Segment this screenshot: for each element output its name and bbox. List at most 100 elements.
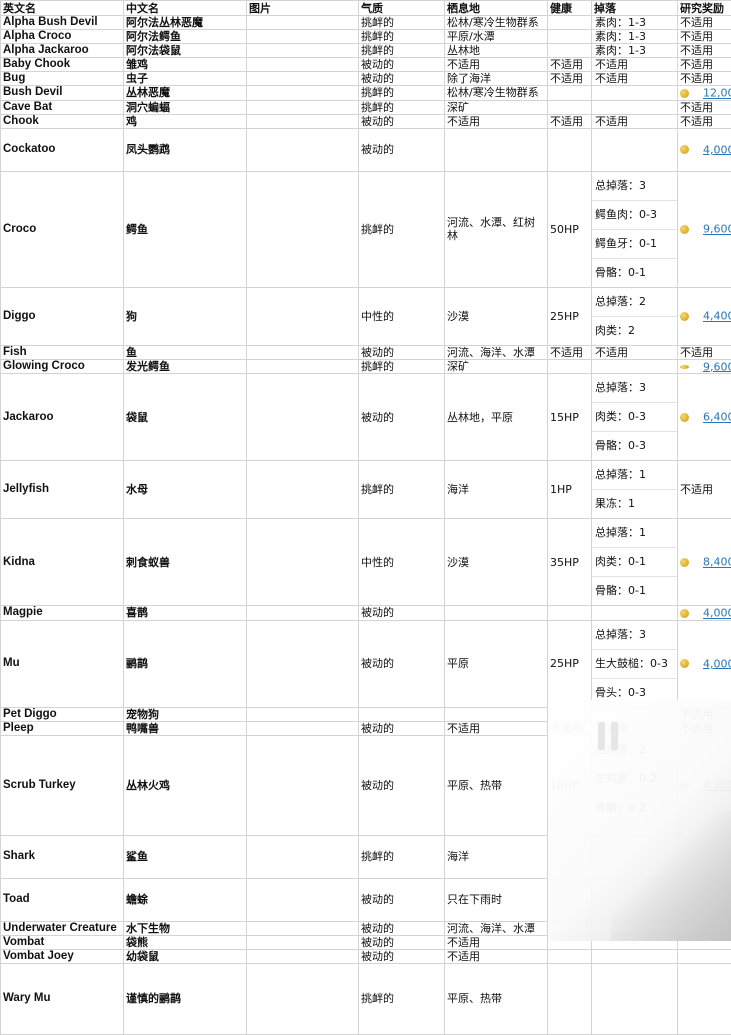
cell-habitat: 海洋 (445, 461, 548, 519)
cell-health: 25HP (548, 287, 592, 345)
cell-habitat: 丛林地 (445, 44, 548, 58)
pause-icon (598, 722, 624, 754)
cell-health: 不适用 (548, 345, 592, 359)
cell-reward: 不适用 (678, 44, 731, 58)
cell-drops: 素肉：1-3 (592, 30, 678, 44)
cell-image (247, 345, 359, 359)
drop-line: 不适用 (592, 115, 677, 128)
cell-cn-name: 宠物狗 (124, 707, 247, 721)
cell-en-name: Glowing Croco (1, 359, 124, 374)
coin-icon (680, 89, 689, 98)
cell-temper: 被动的 (359, 58, 445, 72)
cell-reward: 4,400 (678, 287, 731, 345)
cell-habitat: 不适用 (445, 58, 548, 72)
cell-habitat (445, 606, 548, 621)
cell-health (548, 128, 592, 171)
cell-temper: 被动的 (359, 345, 445, 359)
cell-temper: 挑衅的 (359, 30, 445, 44)
cell-image (247, 128, 359, 171)
cell-en-name: Alpha Croco (1, 30, 124, 44)
reward-amount-link[interactable]: 4,000 (703, 657, 731, 670)
cell-en-name: Croco (1, 171, 124, 287)
reward-amount-link[interactable]: 12,000 (703, 87, 731, 100)
cell-en-name: Alpha Bush Devil (1, 16, 124, 30)
drop-line (592, 129, 677, 171)
table-row: Baby Chook雏鸡被动的不适用不适用不适用不适用 (1, 58, 731, 72)
table-row: Wary Mu谨慎的鹂鹋挑衅的平原、热带 (1, 963, 731, 1034)
cell-image (247, 44, 359, 58)
cell-reward (678, 963, 731, 1034)
header-health: 健康 (548, 1, 592, 16)
cell-image (247, 171, 359, 287)
cell-temper: 挑衅的 (359, 100, 445, 114)
cell-habitat: 不适用 (445, 935, 548, 949)
cell-habitat: 平原、热带 (445, 963, 548, 1034)
reward-amount-link[interactable]: 4,000 (703, 607, 731, 620)
drop-line: 总掉落：3 (592, 172, 677, 201)
coin-icon (680, 312, 689, 321)
table-row: Bush Devil丛林恶魔挑衅的松林/寒冷生物群系12,000 (1, 86, 731, 101)
cell-health (548, 100, 592, 114)
drop-line (592, 950, 677, 963)
cell-cn-name: 阿尔法袋鼠 (124, 44, 247, 58)
cell-image (247, 72, 359, 86)
cell-cn-name: 水母 (124, 461, 247, 519)
cell-health: 不适用 (548, 72, 592, 86)
cell-habitat: 河流、海洋、水潭 (445, 921, 548, 935)
header-habitat: 栖息地 (445, 1, 548, 16)
cell-en-name: Bush Devil (1, 86, 124, 101)
cell-temper (359, 707, 445, 721)
cell-cn-name: 狗 (124, 287, 247, 345)
drop-line: 生大鼓槌：0-3 (592, 650, 677, 679)
cell-habitat: 平原/水潭 (445, 30, 548, 44)
reward-text: 不适用 (680, 44, 713, 57)
cell-health (548, 44, 592, 58)
reward-text: 不适用 (680, 346, 713, 359)
reward-amount-link[interactable]: 9,600 (703, 360, 731, 373)
cell-health: 1HP (548, 461, 592, 519)
reward-amount-link[interactable]: 4,400 (703, 310, 731, 323)
reward-amount-link[interactable]: 4,000 (703, 143, 731, 156)
drop-line: 总掉落：2 (592, 288, 677, 317)
cell-reward: 9,600 (678, 171, 731, 287)
cell-cn-name: 凤头鹦鹉 (124, 128, 247, 171)
cell-reward: 12,000 (678, 86, 731, 101)
reward-amount-link[interactable]: 6,400 (703, 411, 731, 424)
drop-line: 总掉落：3 (592, 374, 677, 403)
reward-amount-link[interactable]: 8,400 (703, 556, 731, 569)
cell-health (548, 359, 592, 374)
cell-reward: 不适用 (678, 72, 731, 86)
cell-reward: 4,000 (678, 606, 731, 621)
cell-temper: 被动的 (359, 606, 445, 621)
drop-line: 骨骼：0-3 (592, 432, 677, 460)
cell-temper: 被动的 (359, 128, 445, 171)
cell-temper: 挑衅的 (359, 171, 445, 287)
cell-drops (592, 100, 678, 114)
table-row: Alpha Jackaroo阿尔法袋鼠挑衅的丛林地素肉：1-3不适用 (1, 44, 731, 58)
page-curl-overlay (548, 700, 731, 941)
cell-image (247, 359, 359, 374)
cell-image (247, 86, 359, 101)
cell-en-name: Cockatoo (1, 128, 124, 171)
cell-image (247, 58, 359, 72)
cell-habitat: 松林/寒冷生物群系 (445, 86, 548, 101)
drop-line: 素肉：1-3 (592, 30, 677, 43)
cell-cn-name: 水下生物 (124, 921, 247, 935)
cell-cn-name: 丛林恶魔 (124, 86, 247, 101)
cell-en-name: Toad (1, 878, 124, 921)
table-row: Glowing Croco发光鳄鱼挑衅的深矿9,600 (1, 359, 731, 374)
cell-image (247, 735, 359, 835)
cell-habitat: 河流、水潭、红树林 (445, 171, 548, 287)
cell-en-name: Scrub Turkey (1, 735, 124, 835)
drop-line: 总掉落：1 (592, 519, 677, 548)
cell-reward: 8,400 (678, 519, 731, 606)
cell-cn-name: 鹂鹋 (124, 620, 247, 707)
cell-image (247, 963, 359, 1034)
cell-temper: 挑衅的 (359, 16, 445, 30)
reward-amount-link[interactable]: 9,600 (703, 223, 731, 236)
cell-en-name: Pet Diggo (1, 707, 124, 721)
cell-image (247, 114, 359, 128)
drop-line: 鳄鱼肉：0-3 (592, 201, 677, 230)
drop-line: 鳄鱼牙：0-1 (592, 230, 677, 259)
cell-cn-name: 袋熊 (124, 935, 247, 949)
